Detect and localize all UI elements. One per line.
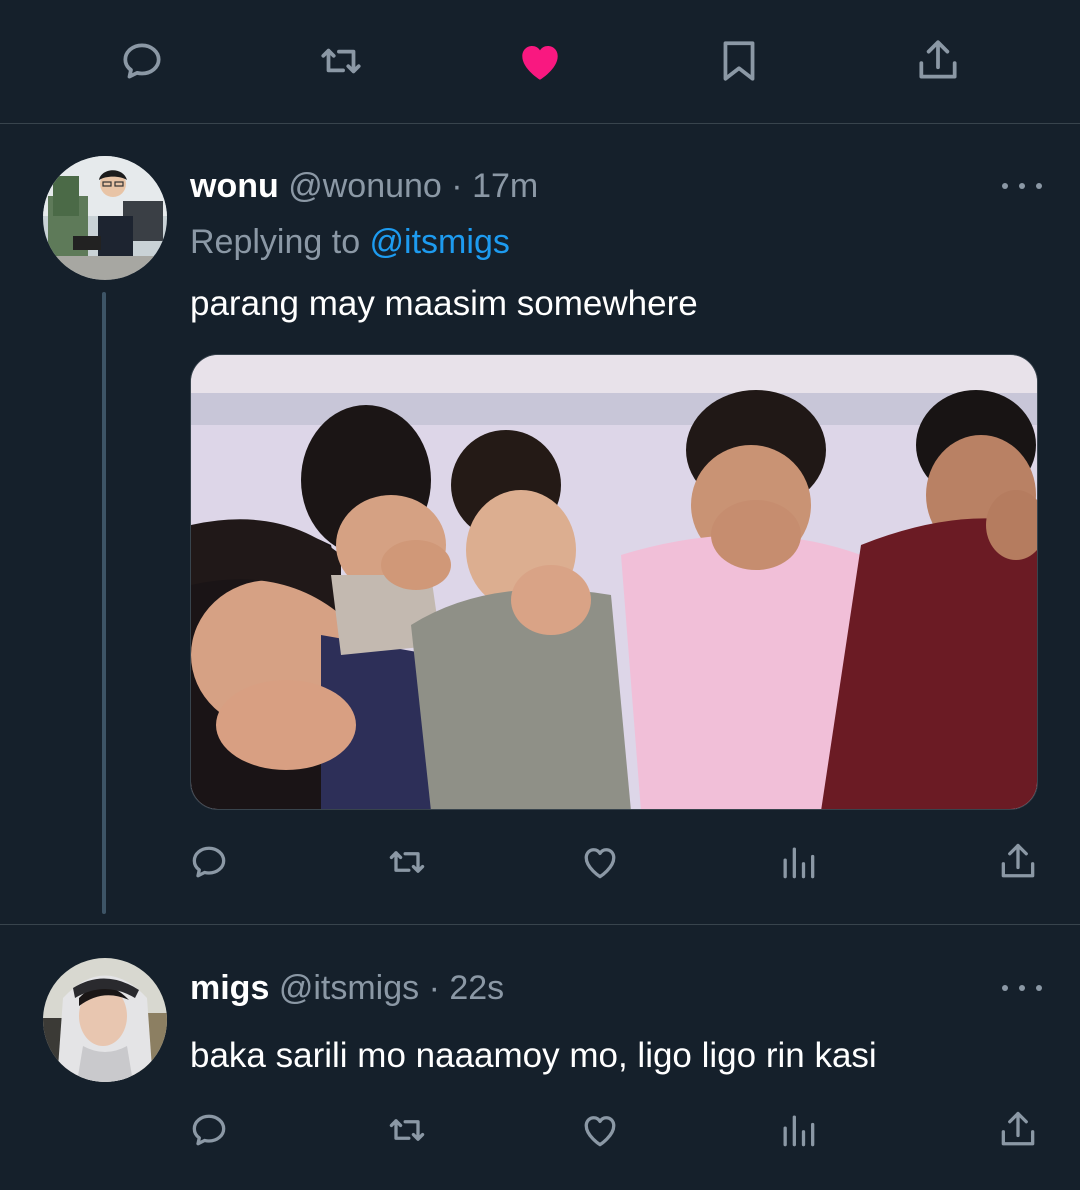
- reply-icon: [192, 1114, 226, 1146]
- meme-photo-people-covering-noses: [191, 355, 1037, 809]
- tweet2-reply-button[interactable]: [187, 1108, 231, 1152]
- more-options-button[interactable]: [1002, 176, 1042, 196]
- share-button[interactable]: [913, 36, 963, 86]
- like-icon-filled: [522, 46, 558, 80]
- display-name[interactable]: migs: [190, 969, 269, 1007]
- tweet1-header: wonu @wonuno · 17m: [190, 166, 538, 206]
- profile-photo: [43, 156, 167, 280]
- separator: ·: [428, 969, 440, 1007]
- avatar-migs[interactable]: [43, 958, 167, 1082]
- share-icon: [1001, 843, 1035, 878]
- retweet-icon: [389, 1119, 425, 1141]
- tweet1-analytics-button[interactable]: [776, 840, 820, 884]
- replying-to: Replying to @itsmigs: [190, 222, 510, 262]
- more-dot: [1019, 985, 1025, 991]
- analytics-icon: [783, 1115, 815, 1147]
- analytics-icon: [783, 847, 815, 879]
- focused-tweet-action-bar: [0, 0, 1080, 124]
- retweet-icon: [389, 851, 425, 873]
- reply-button[interactable]: [117, 36, 167, 86]
- like-icon: [584, 848, 616, 879]
- tweet1-text: parang may maasim somewhere: [190, 284, 698, 323]
- separator: ·: [451, 167, 463, 205]
- more-options-button[interactable]: [1002, 978, 1042, 998]
- share-icon: [919, 40, 957, 79]
- tweet1-reply-button[interactable]: [187, 840, 231, 884]
- share-icon: [1001, 1111, 1035, 1146]
- tweet1-share-button[interactable]: [996, 840, 1040, 884]
- thread-connector-line: [102, 292, 106, 914]
- tweet1-like-button[interactable]: [578, 840, 622, 884]
- more-dot: [1036, 183, 1042, 189]
- replying-prefix: Replying to: [190, 223, 370, 261]
- retweet-icon: [321, 48, 361, 74]
- tweet2-text: baka sarili mo naaamoy mo, ligo ligo rin…: [190, 1036, 877, 1075]
- more-dot: [1019, 183, 1025, 189]
- retweet-button[interactable]: [316, 36, 366, 86]
- timestamp[interactable]: 22s: [449, 969, 504, 1007]
- more-dot: [1002, 183, 1008, 189]
- profile-photo: [43, 958, 167, 1082]
- reply-icon: [192, 846, 226, 878]
- reply-icon: [123, 43, 161, 79]
- handle[interactable]: @itsmigs: [279, 969, 419, 1007]
- avatar-wonu[interactable]: [43, 156, 167, 280]
- tweet2-retweet-button[interactable]: [385, 1108, 429, 1152]
- more-dot: [1036, 985, 1042, 991]
- bookmark-button[interactable]: [714, 36, 764, 86]
- tweet-photo[interactable]: [190, 354, 1038, 810]
- like-icon: [584, 1116, 616, 1147]
- bookmark-icon: [723, 41, 755, 81]
- handle[interactable]: @wonuno: [288, 167, 442, 205]
- tweet1-retweet-button[interactable]: [385, 840, 429, 884]
- tweet2-share-button[interactable]: [996, 1108, 1040, 1152]
- tweet2-analytics-button[interactable]: [776, 1108, 820, 1152]
- display-name[interactable]: wonu: [190, 167, 279, 205]
- tweet2-like-button[interactable]: [578, 1108, 622, 1152]
- tweet2-header: migs @itsmigs · 22s: [190, 968, 504, 1008]
- timestamp[interactable]: 17m: [472, 167, 538, 205]
- replying-mention-link[interactable]: @itsmigs: [370, 223, 510, 261]
- like-button[interactable]: [515, 36, 565, 86]
- tweet-divider: [0, 924, 1080, 925]
- more-dot: [1002, 985, 1008, 991]
